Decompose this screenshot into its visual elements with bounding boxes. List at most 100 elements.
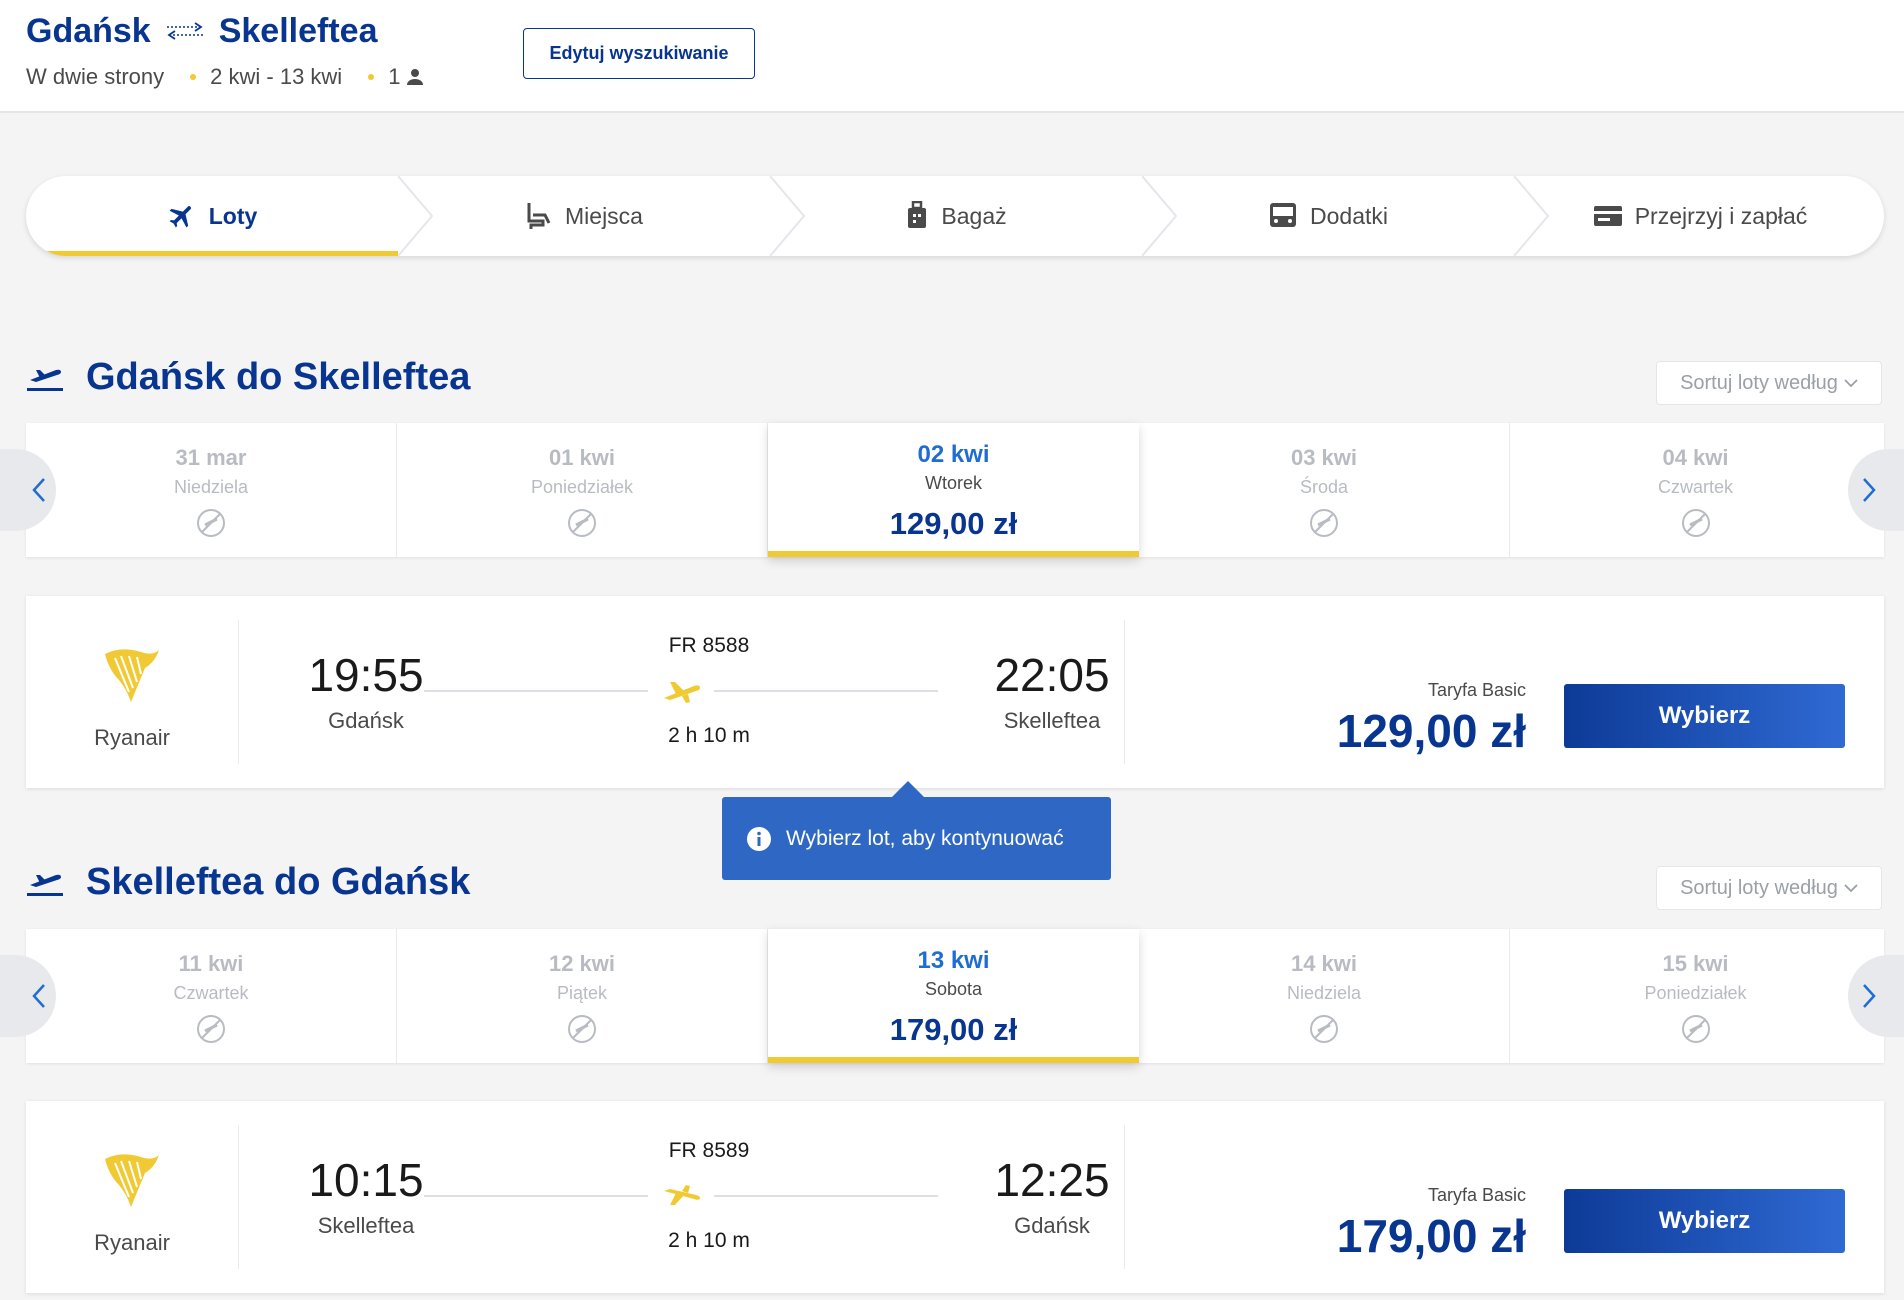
weekday-label: Poniedziałek — [1644, 983, 1747, 1003]
step-seats[interactable]: Miejsca — [398, 176, 770, 256]
no-flights-icon — [567, 508, 597, 538]
date-label: 11 kwi — [178, 951, 244, 976]
airline-name: Ryanair — [94, 1230, 170, 1255]
date-label: 02 kwi — [917, 441, 990, 468]
date-tile[interactable]: 14 kwi Niedziela — [1139, 929, 1510, 1063]
departure-time: 10:15 — [308, 1154, 424, 1206]
date-price: 179,00 zł — [889, 1012, 1018, 1047]
date-tile[interactable]: 01 kwi Poniedziałek — [397, 423, 768, 557]
card-icon — [1593, 205, 1623, 227]
origin-city: Gdańsk — [26, 12, 151, 50]
trip-meta: W dwie strony 2 kwi - 13 kwi 1 — [26, 64, 424, 90]
arrival-city: Gdańsk — [1014, 1213, 1090, 1238]
flight-duration: 2 h 10 m — [668, 1229, 750, 1252]
divider — [1124, 620, 1125, 764]
round-trip-icon — [165, 12, 205, 51]
sort-dropdown[interactable]: Sortuj loty według — [1656, 866, 1882, 910]
no-flights-icon — [1681, 508, 1711, 538]
date-tile[interactable]: 03 kwi Środa — [1139, 423, 1510, 557]
person-icon — [406, 68, 424, 86]
ryanair-harp-logo — [101, 1149, 163, 1211]
date-label: 03 kwi — [1290, 445, 1358, 470]
arrival-time: 22:05 — [994, 649, 1110, 701]
date-tile[interactable]: 12 kwi Piątek — [397, 929, 768, 1063]
edit-search-button[interactable]: Edytuj wyszukiwanie — [523, 28, 755, 79]
no-flights-icon — [196, 1014, 226, 1044]
flight-card-inbound: Ryanair 10:15 Skelleftea FR 8589 2 h 10 … — [26, 1101, 1884, 1293]
date-tile-selected[interactable]: 02 kwi Wtorek 129,00 zł — [768, 423, 1139, 557]
weekday-label: Wtorek — [924, 473, 982, 493]
date-tile[interactable]: 31 mar Niedziela — [26, 423, 397, 557]
flight-duration: 2 h 10 m — [668, 724, 750, 747]
outbound-date-carousel: 31 mar Niedziela 01 kwi Poniedziałek 02 … — [0, 423, 1904, 557]
inbound-date-carousel: 11 kwi Czwartek 12 kwi Piątek 13 kwi Sob… — [0, 929, 1904, 1063]
fare-price: 129,00 zł — [1336, 705, 1526, 757]
step-label: Loty — [208, 202, 258, 229]
fare-price: 179,00 zł — [1336, 1210, 1526, 1262]
chevron-down-icon — [1844, 883, 1858, 893]
select-flight-button[interactable]: Wybierz — [1564, 1189, 1845, 1253]
weekday-label: Poniedziałek — [530, 477, 634, 497]
sort-label: Sortuj loty według — [1680, 876, 1838, 899]
plane-icon — [167, 201, 197, 231]
sort-label: Sortuj loty według — [1680, 371, 1838, 394]
route-line — [714, 1195, 938, 1197]
weekday-label: Czwartek — [173, 983, 249, 1003]
flight-number: FR 8589 — [668, 1139, 750, 1162]
flight-card-outbound: Ryanair 19:55 Gdańsk FR 8588 2 h 10 m 22… — [26, 596, 1884, 788]
route-line — [714, 690, 938, 692]
weekday-label: Czwartek — [1657, 477, 1733, 497]
bus-icon — [1268, 201, 1298, 231]
plane-landing-icon — [662, 1183, 702, 1209]
ryanair-harp-logo — [101, 644, 163, 706]
weekday-label: Piątek — [556, 983, 608, 1003]
weekday-label: Niedziela — [1286, 983, 1362, 1003]
date-label: 12 kwi — [548, 951, 616, 976]
trip-type: W dwie strony — [26, 64, 165, 89]
step-flights[interactable]: Loty — [26, 176, 398, 256]
date-price: 129,00 zł — [889, 506, 1018, 541]
no-flights-icon — [1309, 1014, 1339, 1044]
date-tile-selected[interactable]: 13 kwi Sobota 179,00 zł — [768, 929, 1139, 1063]
weekday-label: Sobota — [924, 979, 983, 999]
outbound-section-title: Gdańsk do Skelleftea — [26, 356, 470, 399]
departure-city: Skelleftea — [317, 1213, 415, 1238]
separator-dot — [368, 74, 375, 80]
step-label: Przejrzyj i zapłać — [1634, 202, 1808, 229]
step-label: Dodatki — [1310, 202, 1388, 229]
route-line — [424, 1195, 648, 1197]
seat-icon — [525, 201, 553, 231]
date-label: 01 kwi — [548, 445, 616, 470]
fare-type: Taryfa Basic — [1427, 1185, 1526, 1205]
date-label: 15 kwi — [1662, 951, 1729, 976]
departure-icon — [26, 364, 64, 392]
airline-block: Ryanair — [26, 620, 239, 764]
weekday-label: Niedziela — [173, 477, 249, 497]
info-icon — [746, 826, 772, 852]
departure-city: Gdańsk — [328, 708, 404, 733]
date-tile[interactable]: 11 kwi Czwartek — [26, 929, 397, 1063]
step-extras[interactable]: Dodatki — [1142, 176, 1514, 256]
destination-city: Skelleftea — [218, 12, 378, 50]
no-flights-icon — [196, 508, 226, 538]
select-flight-tooltip: Wybierz lot, aby kontynuować — [722, 781, 1111, 880]
step-label: Miejsca — [565, 202, 643, 229]
step-baggage[interactable]: Bagaż — [770, 176, 1142, 256]
date-tile[interactable]: 15 kwi Poniedziałek — [1510, 929, 1881, 1063]
date-label: 04 kwi — [1662, 445, 1729, 470]
chevron-down-icon — [1844, 378, 1858, 388]
tooltip-text: Wybierz lot, aby kontynuować — [786, 826, 1064, 850]
weekday-label: Środa — [1299, 477, 1349, 497]
inbound-section-title: Skelleftea do Gdańsk — [26, 861, 470, 904]
arrival-city: Skelleftea — [1003, 708, 1101, 733]
trip-dates: 2 kwi - 13 kwi — [210, 64, 343, 89]
date-tile[interactable]: 04 kwi Czwartek — [1510, 423, 1881, 557]
arrival-time: 12:25 — [994, 1154, 1110, 1206]
sort-dropdown[interactable]: Sortuj loty według — [1656, 361, 1882, 405]
step-label: Bagaż — [941, 202, 1007, 229]
step-review-pay[interactable]: Przejrzyj i zapłać — [1514, 176, 1884, 256]
flight-number: FR 8588 — [668, 634, 750, 657]
no-flights-icon — [1309, 508, 1339, 538]
date-label: 13 kwi — [917, 947, 990, 974]
select-flight-button[interactable]: Wybierz — [1564, 684, 1845, 748]
